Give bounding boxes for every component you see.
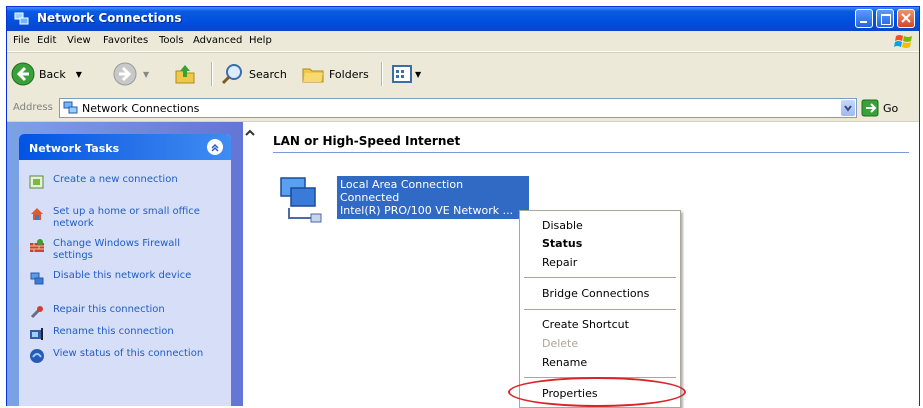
pane-scroll-region[interactable] [243, 122, 257, 406]
view-status-icon [30, 349, 44, 363]
menu-edit[interactable]: Edit [37, 35, 56, 46]
task-label: View status of this connection [53, 348, 204, 359]
menu-item-bridge-connections[interactable]: Bridge Connections [542, 287, 649, 300]
address-dropdown-button[interactable] [841, 100, 855, 116]
toolbar: Back ▼ ▼ Search Folders ▼ [7, 52, 919, 96]
back-arrow-icon [11, 62, 35, 86]
scroll-up-arrow-icon[interactable] [243, 126, 257, 140]
task-label: Change Windows Firewall settings [53, 238, 180, 261]
forward-button[interactable]: ▼ [113, 61, 149, 87]
network-tasks-panel: Network Tasks Create a new connection Se… [19, 134, 231, 406]
windows-logo-icon [894, 35, 912, 48]
connection-device: Intel(R) PRO/100 VE Network ... [340, 204, 514, 217]
go-label: Go [883, 101, 899, 115]
menu-separator [524, 277, 676, 278]
menu-view[interactable]: View [67, 35, 91, 46]
address-bar: Address Network Connections Go [7, 95, 919, 122]
task-disable-device[interactable]: Disable this network device [29, 270, 213, 286]
firewall-icon [30, 239, 44, 252]
folders-icon [302, 68, 324, 83]
rename-icon [30, 328, 43, 340]
maximize-button[interactable] [876, 9, 894, 28]
task-rename-connection[interactable]: Rename this connection [29, 326, 213, 342]
task-label: Create a new connection [53, 174, 178, 185]
views-dropdown-icon[interactable]: ▼ [415, 70, 421, 79]
menu-file[interactable]: File [13, 35, 30, 46]
menu-separator [524, 309, 676, 310]
title-bar[interactable]: Network Connections [7, 7, 919, 31]
window-title: Network Connections [37, 11, 182, 25]
views-icon [392, 65, 412, 83]
chevron-up-icon [211, 143, 219, 152]
menu-tools[interactable]: Tools [159, 35, 184, 46]
explorer-window: Network Connections File Edit View Favor… [6, 6, 920, 406]
chevron-down-icon [844, 105, 852, 112]
menu-advanced[interactable]: Advanced [193, 35, 242, 46]
back-dropdown-icon[interactable]: ▼ [76, 70, 82, 79]
repair-icon [30, 306, 43, 319]
network-tasks-header[interactable]: Network Tasks [19, 134, 231, 160]
minimize-button[interactable] [855, 9, 873, 28]
up-folder-button[interactable] [173, 61, 197, 87]
search-label: Search [249, 67, 287, 81]
toolbar-separator [381, 62, 383, 86]
group-divider [273, 152, 909, 153]
task-home-network[interactable]: Set up a home or small office network [29, 206, 213, 230]
task-label: Set up a home or small office network [53, 206, 200, 229]
disable-device-icon [30, 272, 44, 285]
address-input[interactable]: Network Connections [59, 98, 857, 118]
lan-connection-icon[interactable] [277, 174, 327, 224]
search-icon [221, 64, 242, 85]
folders-button[interactable]: Folders [301, 61, 369, 87]
close-icon [901, 13, 911, 23]
menu-item-rename[interactable]: Rename [542, 356, 587, 369]
forward-dropdown-icon[interactable]: ▼ [143, 70, 149, 79]
connection-name: Local Area Connection [340, 178, 464, 191]
connection-status: Connected [340, 191, 400, 204]
new-connection-icon [29, 175, 44, 189]
toolbar-separator [211, 62, 213, 86]
back-button[interactable]: Back ▼ [11, 61, 82, 87]
task-firewall-settings[interactable]: Change Windows Firewall settings [29, 238, 213, 262]
go-button[interactable]: Go [861, 99, 898, 117]
menu-item-delete: Delete [542, 337, 579, 350]
network-connections-icon [14, 12, 29, 25]
menu-item-disable[interactable]: Disable [542, 219, 583, 232]
go-arrow-icon [861, 99, 879, 117]
address-value: Network Connections [82, 102, 200, 115]
menu-item-repair[interactable]: Repair [542, 256, 577, 269]
menu-bar: File Edit View Favorites Tools Advanced … [7, 31, 919, 52]
task-view-status[interactable]: View status of this connection [29, 348, 213, 364]
back-label: Back [39, 67, 66, 81]
home-network-icon [31, 208, 43, 220]
task-label: Disable this network device [53, 270, 192, 281]
menu-item-status[interactable]: Status [542, 237, 582, 250]
group-heading: LAN or High-Speed Internet [273, 134, 461, 148]
task-label: Rename this connection [53, 326, 174, 337]
menu-favorites[interactable]: Favorites [103, 35, 148, 46]
up-folder-icon [175, 65, 195, 84]
properties-highlight-ring [508, 377, 686, 407]
task-repair-connection[interactable]: Repair this connection [29, 304, 213, 320]
task-create-connection[interactable]: Create a new connection [29, 174, 213, 190]
menu-item-create-shortcut[interactable]: Create Shortcut [542, 318, 629, 331]
collapse-button[interactable] [207, 139, 223, 155]
network-connections-icon [63, 101, 78, 114]
network-tasks-title: Network Tasks [29, 142, 120, 155]
views-button[interactable]: ▼ [391, 61, 421, 87]
search-button[interactable]: Search [221, 61, 287, 87]
forward-arrow-icon [113, 62, 137, 86]
address-label: Address [13, 102, 53, 113]
task-label: Repair this connection [53, 304, 165, 315]
menu-help[interactable]: Help [249, 35, 272, 46]
close-button[interactable] [897, 9, 915, 28]
folders-label: Folders [329, 67, 369, 81]
lan-connection-label[interactable]: Local Area Connection Connected Intel(R)… [337, 176, 529, 219]
task-pane: Network Tasks Create a new connection Se… [7, 122, 243, 406]
